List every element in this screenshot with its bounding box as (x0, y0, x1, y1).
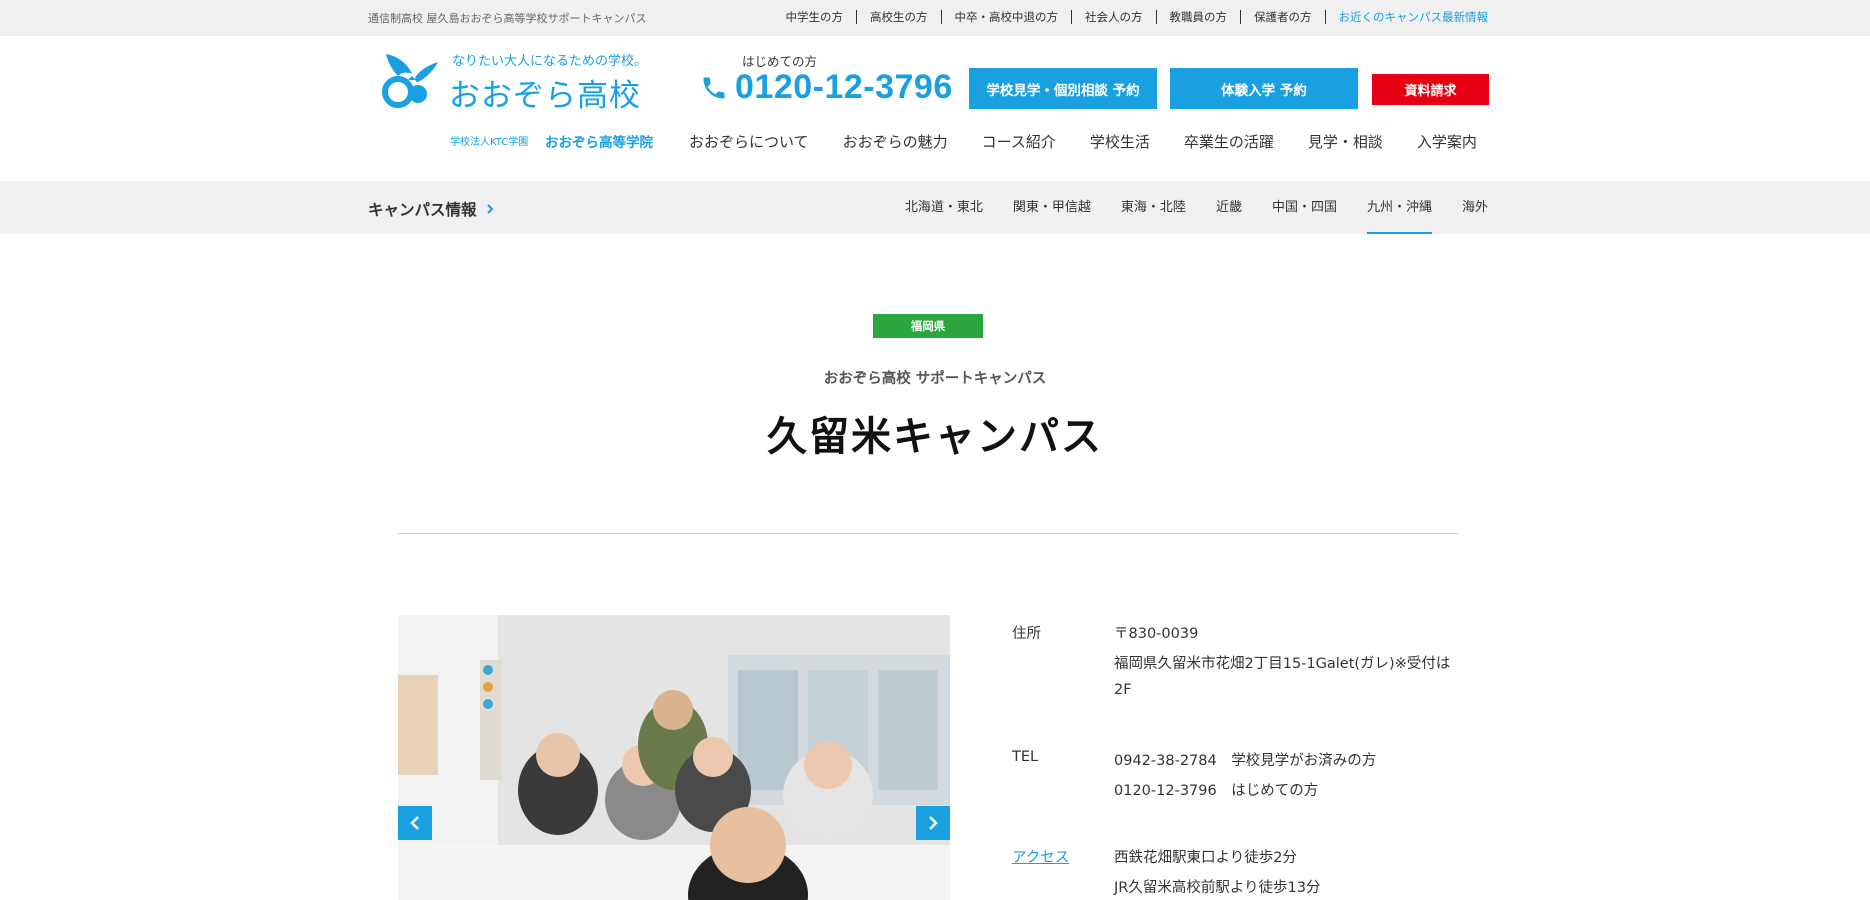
region-tab-kyushu-okinawa[interactable]: 九州・沖縄 (1366, 181, 1432, 234)
campus-subtitle: おおぞら高校 サポートキャンパス (823, 371, 1047, 387)
visit-reservation-button[interactable]: 学校見学・個別相談 予約 (969, 68, 1157, 109)
audience-link-teacher[interactable]: 教職員の方 (1155, 10, 1241, 24)
access-link[interactable]: アクセス (1012, 846, 1069, 867)
trial-reservation-button[interactable]: 体験入学 予約 (1170, 68, 1358, 109)
nav-courses[interactable]: コース紹介 (982, 131, 1056, 152)
phone-number-link[interactable]: 0120-12-3796 (735, 68, 953, 107)
prefecture-badge: 福岡県 (873, 314, 983, 338)
region-tab-kanto[interactable]: 関東・甲信越 (1013, 181, 1091, 234)
campus-info-link[interactable]: キャンパス情報 (368, 198, 495, 220)
tel-line-1: 0942-38-2784 学校見学がお済みの方 (1114, 753, 1377, 769)
campus-subnav: キャンパス情報 北海道・東北 関東・甲信越 東海・北陸 近畿 中国・四国 九州・… (0, 181, 1870, 234)
nav-school-life[interactable]: 学校生活 (1090, 131, 1150, 152)
site-tagline: 通信制高校 屋久島おおぞら高等学校サポートキャンパス (368, 12, 647, 25)
region-tab-hokkaido-tohoku[interactable]: 北海道・東北 (905, 181, 983, 234)
region-tab-tokai-hokuriku[interactable]: 東海・北陸 (1121, 181, 1186, 234)
nav-appeal[interactable]: おおぞらの魅力 (843, 131, 948, 152)
corporation-label: 学校法人KTC学園 (450, 137, 529, 148)
corporation-name: おおぞら高等学院 (545, 135, 653, 151)
page-title: 久留米キャンパス (767, 414, 1103, 460)
chevron-right-icon (929, 816, 938, 830)
logo-name: おおぞら高校 (449, 78, 641, 114)
region-tabs: 北海道・東北 関東・甲信越 東海・北陸 近畿 中国・四国 九州・沖縄 海外 (875, 181, 1488, 234)
tel-line-2: 0120-12-3796 はじめての方 (1114, 783, 1319, 799)
campus-info-label: キャンパス情報 (368, 201, 477, 219)
address-label: 住所 (1012, 626, 1041, 642)
nearby-campus-news-link[interactable]: お近くのキャンパス最新情報 (1324, 10, 1488, 24)
utility-bar: 通信制高校 屋久島おおぞら高等学校サポートキャンパス 中学生の方 高校生の方 中… (0, 0, 1870, 36)
region-tab-overseas[interactable]: 海外 (1462, 181, 1488, 234)
request-brochure-button[interactable]: 資料請求 (1372, 74, 1489, 105)
address-line-2: 2F (1114, 682, 1132, 698)
nav-about[interactable]: おおぞらについて (689, 131, 809, 152)
chevron-right-icon (486, 204, 493, 214)
audience-links: 中学生の方 高校生の方 中卒・高校中退の方 社会人の方 教職員の方 保護者の方 … (773, 10, 1488, 24)
nav-admission[interactable]: 入学案内 (1417, 131, 1477, 152)
audience-link-adult[interactable]: 社会人の方 (1071, 10, 1156, 24)
chevron-left-icon (410, 816, 419, 830)
logo-tagline: なりたい大人になるための学校。 (452, 54, 648, 69)
tel-label: TEL (1012, 749, 1039, 765)
phone-icon (703, 77, 725, 99)
audience-link-dropout[interactable]: 中卒・高校中退の方 (940, 10, 1072, 24)
postal-code: 〒830-0039 (1114, 626, 1199, 642)
access-line-1: 西鉄花畑駅東口より徒歩2分 (1114, 850, 1297, 866)
campus-photo-illustration (398, 615, 950, 900)
slider-prev-button[interactable] (398, 806, 432, 840)
nav-visit-consult[interactable]: 見学・相談 (1308, 131, 1383, 152)
audience-link-junior-high[interactable]: 中学生の方 (773, 10, 857, 24)
bird-logo-icon (382, 54, 438, 108)
region-tab-chugoku-shikoku[interactable]: 中国・四国 (1272, 181, 1337, 234)
address-line-1: 福岡県久留米市花畑2丁目15-1Galet(ガレ)※受付は (1114, 656, 1451, 672)
audience-link-high-school[interactable]: 高校生の方 (856, 10, 941, 24)
region-tab-kinki[interactable]: 近畿 (1216, 181, 1242, 234)
access-line-2: JR久留米高校前駅より徒歩13分 (1114, 880, 1321, 896)
slider-next-button[interactable] (916, 806, 950, 840)
audience-link-parent[interactable]: 保護者の方 (1240, 10, 1325, 24)
section-divider (398, 533, 1458, 534)
campus-photo (398, 615, 950, 900)
main-nav: おおぞらについて おおぞらの魅力 コース紹介 学校生活 卒業生の活躍 見学・相談… (689, 131, 1477, 152)
nav-graduates[interactable]: 卒業生の活躍 (1184, 131, 1274, 152)
